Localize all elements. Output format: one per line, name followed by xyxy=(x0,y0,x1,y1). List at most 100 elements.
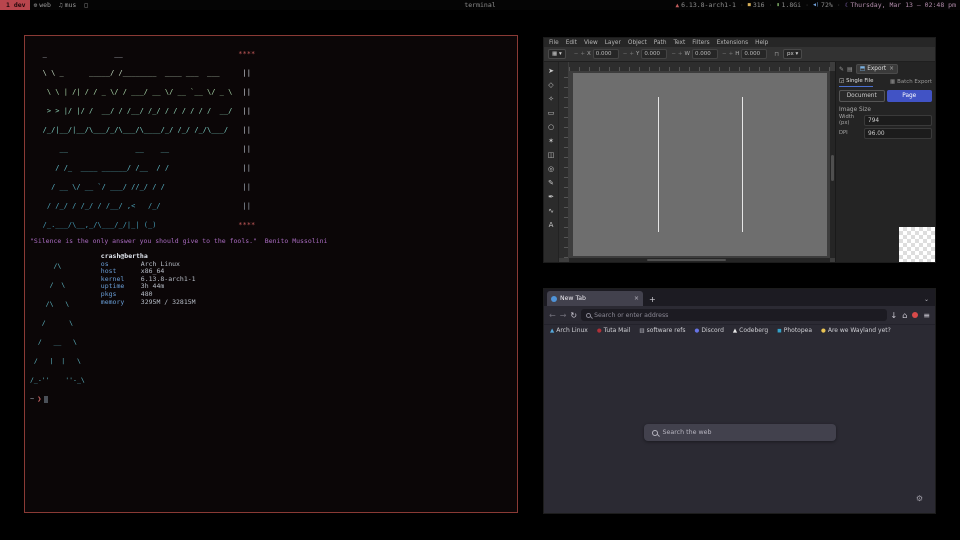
web-search-input[interactable]: Search the web xyxy=(644,424,836,441)
menu-item[interactable]: Text xyxy=(674,40,686,46)
coord-value-input[interactable]: 0.000 xyxy=(692,49,718,59)
new-tab-page: Search the web ⚙ xyxy=(544,336,935,513)
minus-button[interactable]: − xyxy=(574,51,579,57)
spin-control[interactable]: − + H 0.000 xyxy=(722,49,767,59)
tool-icon[interactable]: ○ xyxy=(545,120,558,133)
plus-button[interactable]: + xyxy=(629,51,634,57)
menu-item[interactable]: View xyxy=(584,40,598,46)
personalize-gear-icon[interactable]: ⚙ xyxy=(916,494,923,503)
tool-icon[interactable]: ➤ xyxy=(545,64,558,77)
scrollbar-thumb[interactable] xyxy=(831,155,834,181)
tab-close-icon[interactable]: × xyxy=(634,295,639,302)
scope-button[interactable]: Document xyxy=(839,90,885,102)
tool-icon[interactable]: ✎ xyxy=(545,176,558,189)
document-page[interactable] xyxy=(573,73,827,256)
active-tab[interactable]: New Tab × xyxy=(547,291,643,306)
minus-button[interactable]: − xyxy=(623,51,628,57)
tool-icon[interactable]: ▭ xyxy=(545,106,558,119)
back-button[interactable]: ← xyxy=(549,311,556,320)
spin-control[interactable]: − + Y 0.000 xyxy=(623,49,668,59)
drawn-vertical-line[interactable] xyxy=(658,97,659,232)
volume-module[interactable]: ◀) 72% xyxy=(813,1,833,9)
menu-item[interactable]: File xyxy=(549,40,559,46)
search-icon xyxy=(586,313,591,318)
tab-title: New Tab xyxy=(560,295,586,302)
minus-button[interactable]: − xyxy=(722,51,727,57)
bookmark-item[interactable]: ● Are we Wayland yet? xyxy=(821,327,891,334)
field-input[interactable]: 96.00 xyxy=(864,128,932,139)
workspace-item[interactable]: ⚙ web xyxy=(30,0,55,10)
tool-icon[interactable]: ✧ xyxy=(545,92,558,105)
close-icon[interactable]: × xyxy=(889,66,894,72)
tool-icon[interactable]: A xyxy=(545,218,558,231)
volume-text: 72% xyxy=(821,1,833,9)
tool-icon[interactable]: ✒ xyxy=(545,190,558,203)
plus-button[interactable]: + xyxy=(729,51,734,57)
scope-button[interactable]: Page xyxy=(887,90,933,102)
bookmark-item[interactable]: ● Tuta Mail xyxy=(597,327,631,334)
menu-item[interactable]: Path xyxy=(654,40,667,46)
menu-item[interactable]: Filters xyxy=(692,40,709,46)
unit-dropdown[interactable]: px ▾ xyxy=(783,49,802,59)
speaker-icon: ◀) xyxy=(813,2,819,8)
export-dialog-tab[interactable]: ⬒ Export × xyxy=(856,64,898,74)
downloads-button[interactable]: ↓ xyxy=(891,311,898,320)
export-mode-tab[interactable]: ◲ Single File xyxy=(839,78,873,87)
recording-indicator[interactable] xyxy=(912,312,918,318)
shell-prompt[interactable]: ~ ❯ xyxy=(30,395,512,403)
drawn-vertical-line[interactable] xyxy=(742,97,743,232)
url-bar[interactable]: Search or enter address xyxy=(581,309,886,321)
menu-item[interactable]: Object xyxy=(628,40,647,46)
tool-icon[interactable]: ◫ xyxy=(545,148,558,161)
minus-button[interactable]: − xyxy=(671,51,676,57)
coord-value-input[interactable]: 0.000 xyxy=(593,49,619,59)
package-icon: ■ xyxy=(748,2,751,8)
reload-button[interactable]: ↻ xyxy=(570,311,577,320)
workspace-label: mus xyxy=(65,1,77,9)
bookmark-item[interactable]: ▲ Codeberg xyxy=(733,327,768,334)
workspace-item[interactable]: ♫ mus xyxy=(55,0,80,10)
export-mode-tabs: ◲ Single File ▦ Batch Export xyxy=(836,76,935,87)
plus-button[interactable]: + xyxy=(580,51,585,57)
menu-item[interactable]: Edit xyxy=(566,40,577,46)
menu-item[interactable]: Layer xyxy=(605,40,621,46)
terminal-window[interactable]: _ __ \ \ _ _____/ /________ ____ ___ ___… xyxy=(24,35,518,513)
workspace-item[interactable]: 1 dev xyxy=(0,0,30,10)
tool-icon[interactable]: ◇ xyxy=(545,78,558,91)
coord-value-input[interactable]: 0.000 xyxy=(641,49,667,59)
lock-ratio-icon[interactable]: ⊓ xyxy=(774,51,779,58)
coord-value-input[interactable]: 0.000 xyxy=(741,49,767,59)
status-modules: ▲ 6.13.8-arch1-1 · ■ 316 · ▮ 1.8Gi · ◀) … xyxy=(675,1,960,9)
navbar-right-icons: ↓ ⌂ ≡ xyxy=(891,311,930,320)
export-mode-tab[interactable]: ▦ Batch Export xyxy=(890,78,932,87)
menu-item[interactable]: Help xyxy=(755,40,768,46)
menu-item[interactable]: Extensions xyxy=(717,40,748,46)
packages-module: ■ 316 xyxy=(748,1,765,9)
bookmark-item[interactable]: ▲ Arch Linux xyxy=(550,327,588,334)
dialog-icon[interactable]: ✎ xyxy=(839,66,844,73)
selection-mode-dropdown[interactable]: ▦ ▾ xyxy=(548,49,566,59)
canvas-area[interactable] xyxy=(559,62,835,262)
menu-button[interactable]: ≡ xyxy=(923,311,930,320)
bookmark-item[interactable]: ● Discord xyxy=(695,327,724,334)
ascii-art-line: **** xyxy=(238,50,255,58)
bookmark-item[interactable]: ◼ Photopea xyxy=(777,327,812,334)
bookmark-item[interactable]: ▥ software refs xyxy=(639,327,685,334)
field-input[interactable]: 794 xyxy=(864,115,932,126)
desktop: 1 dev ⚙ web ♫ mus □ terminal xyxy=(0,0,960,540)
tool-icon[interactable]: ✶ xyxy=(545,134,558,147)
dialog-icon[interactable]: ▤ xyxy=(847,66,853,73)
scrollbar-thumb[interactable] xyxy=(647,259,725,261)
tool-icon[interactable]: ◎ xyxy=(545,162,558,175)
workspace-item[interactable]: □ xyxy=(80,0,94,10)
forward-button[interactable]: → xyxy=(560,311,567,320)
horizontal-scrollbar[interactable] xyxy=(569,258,830,262)
tool-icon[interactable]: ∿ xyxy=(545,204,558,217)
new-tab-button[interactable]: + xyxy=(649,295,656,306)
plus-button[interactable]: + xyxy=(678,51,683,57)
urlbar-placeholder: Search or enter address xyxy=(594,312,668,319)
spin-control[interactable]: − + W 0.000 xyxy=(671,49,718,59)
list-all-tabs-button[interactable]: ⌄ xyxy=(924,296,932,306)
spin-control[interactable]: − + X 0.000 xyxy=(574,49,619,59)
home-button[interactable]: ⌂ xyxy=(902,311,907,320)
